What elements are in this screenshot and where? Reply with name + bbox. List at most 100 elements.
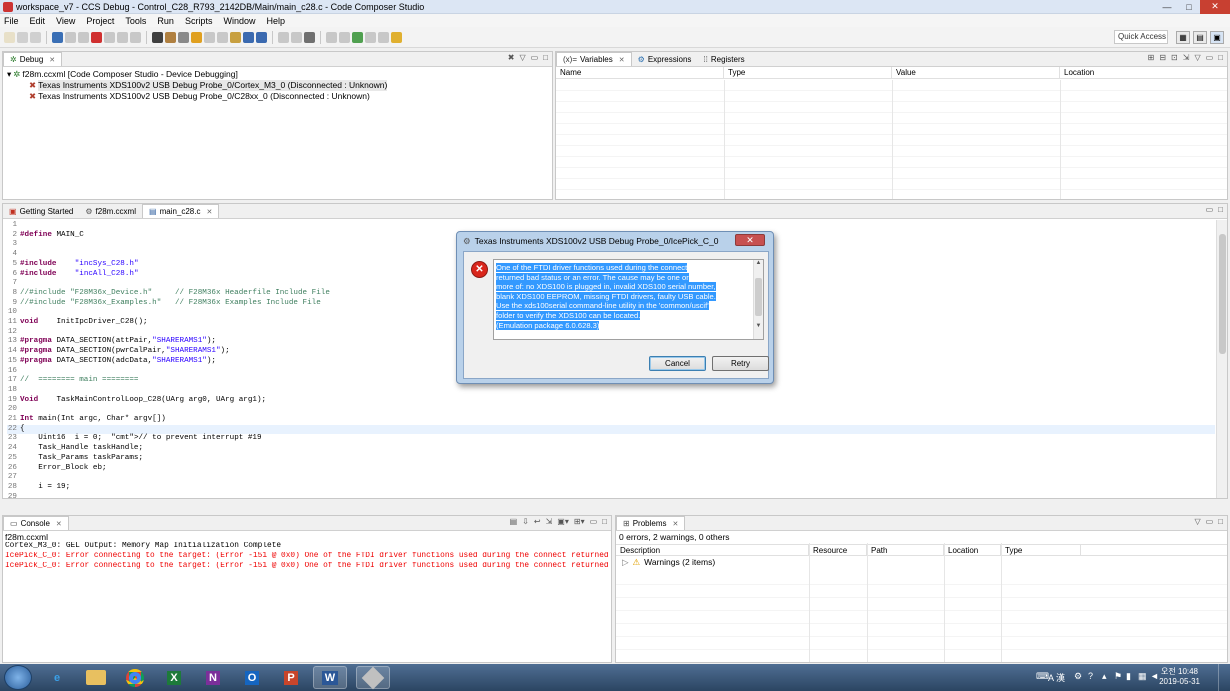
open-type-icon[interactable] <box>339 31 350 43</box>
show-type-icon[interactable]: ⊞ <box>1148 53 1155 62</box>
flash-icon[interactable] <box>243 31 254 43</box>
code-line[interactable]: 1 <box>7 221 1215 231</box>
minimize-button[interactable]: — <box>1156 0 1178 14</box>
terminate-icon[interactable] <box>91 31 102 43</box>
maximize-view-icon[interactable]: □ <box>1218 53 1223 62</box>
menu-window[interactable]: Window <box>223 16 255 26</box>
col-location[interactable]: Location <box>944 545 1001 555</box>
view-menu-icon[interactable]: ▽ <box>1194 517 1200 526</box>
new-icon[interactable] <box>4 31 15 43</box>
menu-file[interactable]: File <box>4 16 19 26</box>
dialog-message-box[interactable]: One of the FTDI driver functions used du… <box>493 259 764 340</box>
scroll-thumb[interactable] <box>755 278 762 316</box>
retry-button[interactable]: Retry <box>712 356 769 371</box>
menu-scripts[interactable]: Scripts <box>185 16 213 26</box>
menu-project[interactable]: Project <box>86 16 114 26</box>
col-type[interactable]: Type <box>724 67 892 78</box>
pin-icon[interactable] <box>391 31 402 43</box>
run-to-line-icon[interactable] <box>278 31 289 43</box>
outlook-taskbar-icon[interactable]: O <box>235 666 269 689</box>
scroll-lock-icon[interactable]: ⇩ <box>522 517 529 526</box>
expand-icon[interactable]: ▾ <box>7 69 11 80</box>
load-program-icon[interactable] <box>165 31 176 43</box>
resume-icon[interactable] <box>65 31 76 43</box>
console-output[interactable]: Cortex_M3_0: GEL Output: Memory Map Init… <box>3 542 611 571</box>
tab-main-c28[interactable]: ▤ main_c28.c ✕ <box>142 204 220 218</box>
tab-expressions[interactable]: ⚙ Expressions <box>632 52 698 66</box>
connect-icon[interactable] <box>178 31 189 43</box>
pin-console-icon[interactable]: ⇲ <box>546 517 553 526</box>
code-line[interactable]: 29 <box>7 493 1215 498</box>
close-tab-icon[interactable]: ✕ <box>49 56 55 64</box>
quick-access-field[interactable]: Quick Access <box>1114 30 1168 44</box>
show-hidden-icons-icon[interactable]: ▴ <box>1102 671 1107 682</box>
dialog-close-button[interactable]: ✕ <box>735 234 765 246</box>
ccs-taskbar-icon[interactable] <box>356 666 390 689</box>
code-line[interactable]: 19 Void TaskMainControlLoop_C28(UArg arg0… <box>7 396 1215 406</box>
display-console-icon[interactable]: ▣▾ <box>557 517 569 526</box>
debug-icon[interactable] <box>256 31 267 43</box>
chrome-taskbar-icon[interactable] <box>118 666 152 689</box>
external-tools-icon[interactable] <box>352 31 363 43</box>
reset-icon[interactable] <box>217 31 228 43</box>
suspend-icon[interactable] <box>78 31 89 43</box>
tab-problems[interactable]: ⊞ Problems ✕ <box>616 516 686 530</box>
excel-taskbar-icon[interactable]: X <box>157 666 191 689</box>
code-line[interactable]: 18 <box>7 386 1215 396</box>
help-icon[interactable]: ? <box>1088 671 1093 681</box>
minimize-view-icon[interactable]: ▭ <box>1206 53 1214 62</box>
code-line[interactable]: 20 <box>7 405 1215 415</box>
scroll-up-icon[interactable]: ▲ <box>754 260 763 266</box>
editor-scrollbar[interactable] <box>1216 220 1227 498</box>
new-variables-view-icon[interactable]: ⊡ <box>1171 53 1178 62</box>
menu-edit[interactable]: Edit <box>30 16 46 26</box>
problems-row[interactable]: ▷ ⚠ Warnings (2 items) <box>616 556 1227 569</box>
forward-icon[interactable] <box>378 31 389 43</box>
save-icon[interactable] <box>17 31 28 43</box>
debug-view-icon[interactable] <box>52 31 63 43</box>
memory-map-icon[interactable] <box>152 31 163 43</box>
expand-icon[interactable]: ▷ <box>622 556 629 569</box>
menu-tools[interactable]: Tools <box>125 16 146 26</box>
network-icon[interactable]: ▦ <box>1138 671 1147 682</box>
tab-variables[interactable]: (x)= Variables ✕ <box>556 52 632 66</box>
code-line[interactable]: 26 Error_Block eb; <box>7 464 1215 474</box>
battery-icon[interactable]: ▮ <box>1126 671 1131 682</box>
menu-view[interactable]: View <box>56 16 75 26</box>
clock[interactable]: 오전 10:48 2019-05-31 <box>1159 667 1200 687</box>
scroll-thumb[interactable] <box>1219 234 1226 354</box>
clear-console-icon[interactable]: ▤ <box>510 517 518 526</box>
col-name[interactable]: Name <box>556 67 724 78</box>
code-line[interactable]: 25 Task_Params taskParams; <box>7 454 1215 464</box>
col-path[interactable]: Path <box>867 545 944 555</box>
step-over-icon[interactable] <box>117 31 128 43</box>
pin-view-icon[interactable]: ⇲ <box>1183 53 1190 62</box>
code-line[interactable]: 28 i = 19; <box>7 483 1215 493</box>
perspective-debug-icon[interactable]: ▣ <box>1210 31 1224 44</box>
close-window-button[interactable]: ✕ <box>1200 0 1230 14</box>
save-all-icon[interactable] <box>30 31 41 43</box>
target-icon[interactable] <box>191 31 202 43</box>
minimize-view-icon[interactable]: ▭ <box>590 517 598 526</box>
open-console-icon[interactable]: ⊞▾ <box>574 517 585 526</box>
show-desktop-button[interactable] <box>1218 664 1230 691</box>
col-type[interactable]: Type <box>1001 545 1081 555</box>
dialog-titlebar[interactable]: ⚙ Texas Instruments XDS100v2 USB Debug P… <box>457 232 773 250</box>
ime-settings-icon[interactable]: ⚙ <box>1074 671 1082 682</box>
onenote-taskbar-icon[interactable]: N <box>196 666 230 689</box>
minimize-view-icon[interactable]: ▭ <box>1206 205 1214 214</box>
tab-getting-started[interactable]: ▣ Getting Started <box>3 204 79 218</box>
perspective-edit-icon[interactable]: ▦ <box>1176 31 1190 44</box>
ie-taskbar-icon[interactable]: e <box>40 666 74 689</box>
remove-all-terminated-icon[interactable]: ✖ <box>508 53 515 62</box>
tree-item-launch[interactable]: ▾ ✲ f28m.ccxml [Code Composer Studio - D… <box>7 69 548 80</box>
flag-icon[interactable]: ⚑ <box>1114 671 1122 682</box>
col-location[interactable]: Location <box>1060 67 1227 78</box>
menu-help[interactable]: Help <box>266 16 285 26</box>
maximize-button[interactable]: □ <box>1178 0 1200 14</box>
restart-icon[interactable] <box>204 31 215 43</box>
code-line[interactable]: 21 Int main(Int argc, Char* argv[]) <box>7 415 1215 425</box>
search-icon[interactable] <box>326 31 337 43</box>
minimize-view-icon[interactable]: ▭ <box>531 53 539 62</box>
minimize-view-icon[interactable]: ▭ <box>1206 517 1214 526</box>
